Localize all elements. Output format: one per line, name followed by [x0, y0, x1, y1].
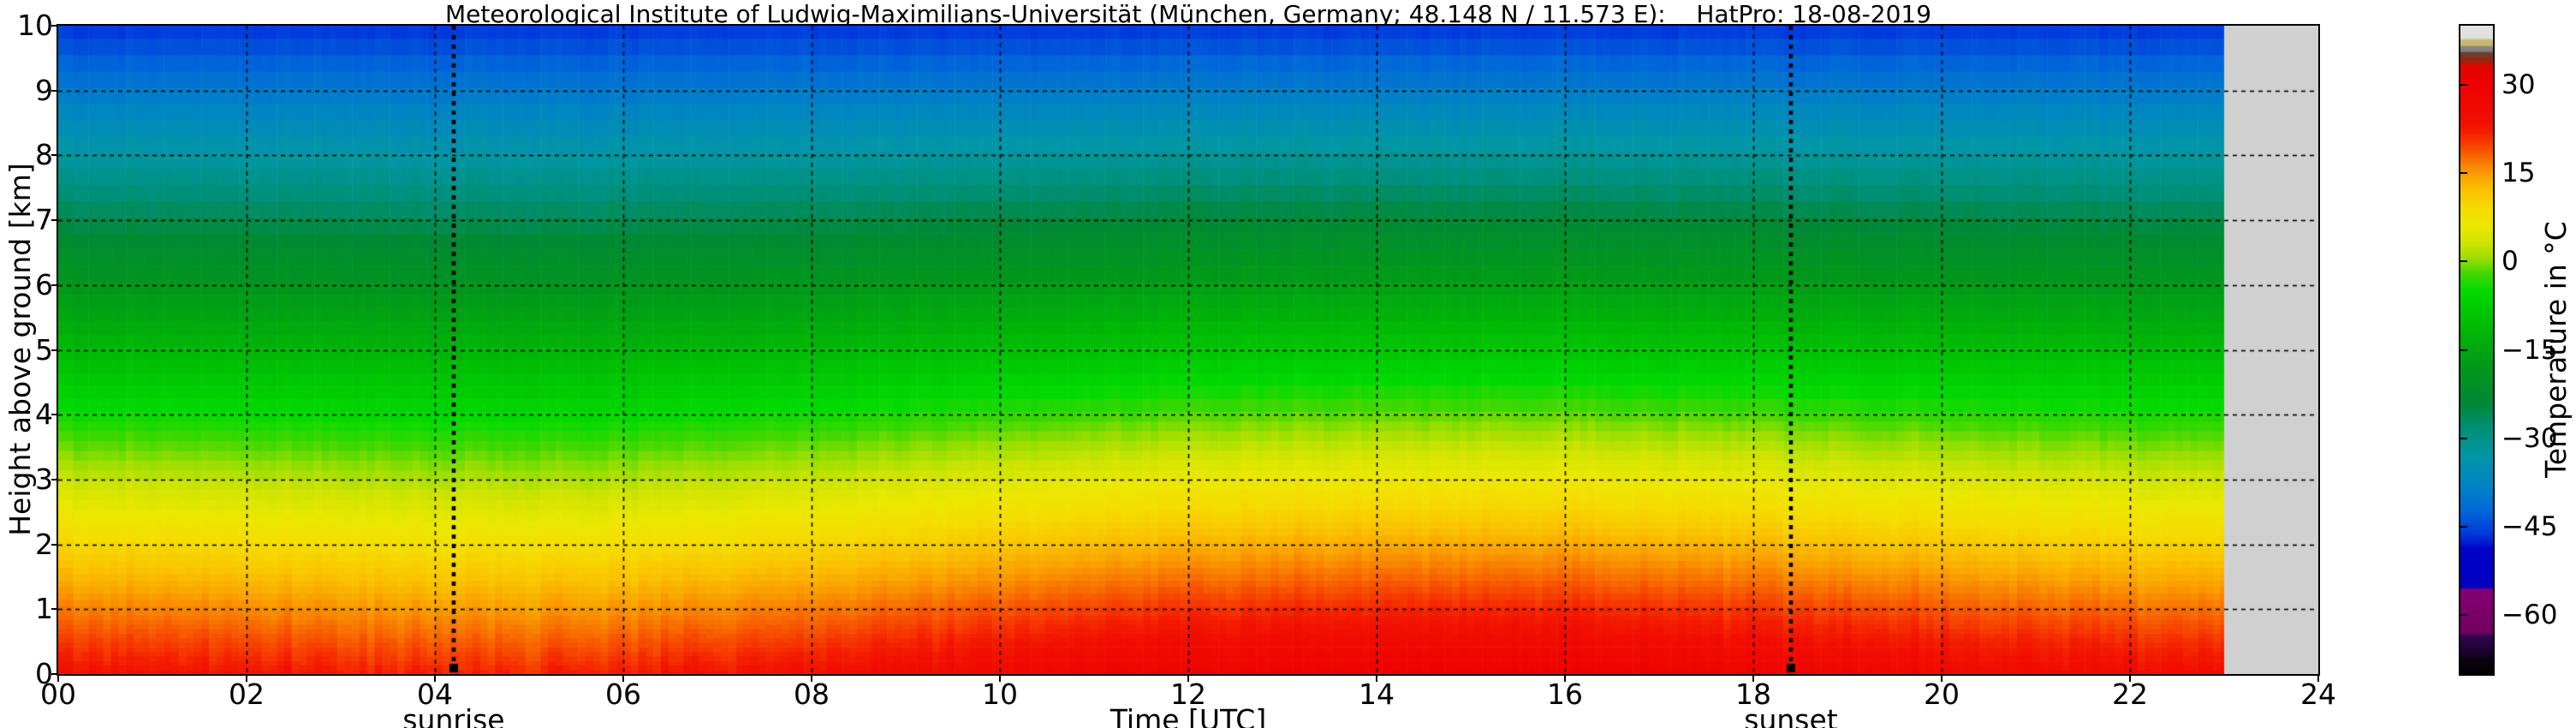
y-tick-label: 9 [35, 73, 53, 107]
figure: Meteorological Institute of Ludwig-Maxim… [0, 0, 2576, 728]
x-tick-mark [246, 676, 247, 682]
x-tick-mark [622, 676, 624, 682]
x-tick-label: 24 [2300, 677, 2336, 711]
y-tick-mark [51, 89, 57, 92]
y-tick-label: 0 [35, 657, 53, 690]
x-tick-mark [1941, 676, 1942, 682]
x-tick-mark [2317, 676, 2319, 682]
y-tick-label: 1 [35, 592, 53, 626]
y-tick-label: 6 [35, 267, 53, 301]
colorbar-tick-mark [2460, 260, 2467, 263]
sunrise-annotation: sunrise [402, 703, 505, 728]
y-tick-mark [51, 283, 57, 286]
plot-area [57, 24, 2320, 676]
x-tick-mark [1376, 676, 1377, 682]
temperature-heatmap-canvas [58, 26, 2318, 674]
x-tick-label: 16 [1547, 677, 1583, 711]
x-tick-label: 20 [1924, 677, 1960, 711]
x-tick-label: 10 [982, 677, 1018, 711]
x-tick-label: 06 [605, 677, 641, 711]
x-tick-label: 02 [229, 677, 265, 711]
x-tick-mark [1187, 676, 1189, 682]
x-tick-mark [811, 676, 812, 682]
y-tick-label: 4 [35, 397, 53, 432]
y-tick-mark [51, 543, 57, 546]
y-tick-label: 3 [35, 462, 53, 496]
sunset-annotation: sunset [1744, 703, 1838, 728]
y-tick-mark [51, 154, 57, 157]
y-tick-mark [51, 25, 57, 27]
x-tick-mark [1752, 676, 1754, 682]
colorbar-tick-mark [2460, 437, 2467, 439]
y-tick-label: 10 [17, 9, 53, 42]
x-tick-mark [434, 676, 436, 682]
colorbar-tick-mark [2460, 614, 2467, 617]
colorbar-tick-mark [2460, 172, 2467, 175]
x-tick-mark [2129, 676, 2131, 682]
y-tick-mark [51, 478, 57, 480]
y-tick-label: 2 [35, 527, 53, 561]
x-tick-label: 08 [794, 677, 830, 711]
colorbar-tick-mark [2460, 525, 2467, 528]
y-tick-mark [51, 673, 57, 675]
y-tick-label: 8 [35, 138, 53, 172]
colorbar-tick-mark [2460, 349, 2467, 351]
x-tick-mark [57, 676, 59, 682]
colorbar-tick-label: −60 [2502, 600, 2558, 631]
y-tick-mark [51, 349, 57, 351]
x-tick-label: 12 [1170, 677, 1206, 711]
colorbar-tick-label: 30 [2502, 69, 2536, 100]
y-tick-mark [51, 608, 57, 611]
y-tick-mark [51, 414, 57, 416]
y-tick-label: 5 [35, 332, 53, 367]
colorbar-label: Temperature in °C [2539, 221, 2573, 478]
x-tick-mark [999, 676, 1001, 682]
x-tick-mark [1564, 676, 1566, 682]
x-tick-label: 22 [2112, 677, 2148, 711]
y-tick-label: 7 [35, 203, 53, 237]
y-tick-mark [51, 219, 57, 222]
x-tick-label: 14 [1359, 677, 1395, 711]
colorbar-tick-mark [2460, 83, 2467, 86]
